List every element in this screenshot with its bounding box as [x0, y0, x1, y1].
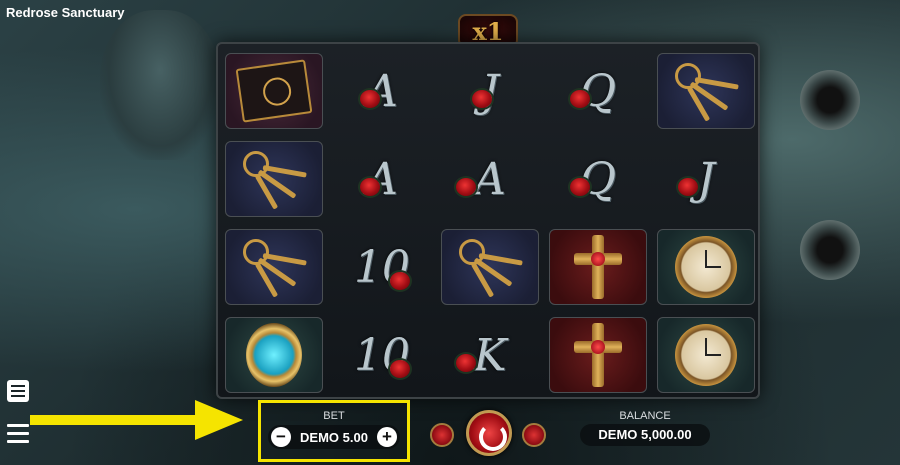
cross-icon [570, 323, 626, 387]
bet-decrease-button[interactable]: − [271, 427, 291, 447]
symbol-cell [546, 226, 650, 308]
stone-pillar [800, 220, 860, 280]
autoplay-button[interactable] [430, 423, 454, 447]
bet-control: BET − DEMO 5.00 + [258, 400, 410, 462]
rose-icon [472, 90, 492, 108]
symbol-cell [222, 314, 326, 396]
symbol-cell: J [654, 138, 758, 220]
symbol-cell [222, 138, 326, 220]
turbo-button[interactable] [522, 423, 546, 447]
symbol-cell: J [438, 50, 542, 132]
symbol-cell: 10 [330, 226, 434, 308]
symbol-cell [438, 226, 542, 308]
rose-icon [360, 90, 380, 108]
spin-button[interactable] [466, 410, 512, 456]
keys-icon [455, 237, 525, 298]
symbol-cell: A [330, 50, 434, 132]
bet-value: DEMO 5.00 [300, 430, 368, 445]
symbol-cell [222, 50, 326, 132]
paytable-icon[interactable] [7, 380, 29, 402]
menu-icon[interactable] [7, 424, 29, 446]
rose-icon [570, 178, 590, 196]
symbol-cell: Q [546, 50, 650, 132]
symbol-cell: 10 [330, 314, 434, 396]
rose-icon [456, 354, 476, 372]
rose-icon [390, 360, 410, 378]
reel-grid: A A 10 10 J A K Q Q J [216, 42, 760, 399]
symbol-cell: Q [546, 138, 650, 220]
stone-pillar [800, 70, 860, 130]
keys-icon [671, 61, 741, 122]
pocket-watch-icon [675, 236, 737, 298]
bet-stepper: − DEMO 5.00 + [268, 425, 400, 449]
symbol-cell [654, 314, 758, 396]
symbol-cell: K [438, 314, 542, 396]
symbol-letter: J [697, 153, 715, 205]
rose-icon [678, 178, 698, 196]
symbol-cell: A [330, 138, 434, 220]
pocket-watch-icon [675, 324, 737, 386]
balance-value: DEMO 5,000.00 [580, 424, 710, 446]
bet-label: BET [323, 410, 345, 422]
symbol-cell [222, 226, 326, 308]
highlight-arrow-head [195, 400, 243, 440]
mirror-gem-icon [246, 323, 302, 387]
bet-increase-button[interactable]: + [377, 427, 397, 447]
rose-icon [360, 178, 380, 196]
symbol-cell: A [438, 138, 542, 220]
keys-icon [239, 149, 309, 210]
rose-icon [570, 90, 590, 108]
cross-icon [570, 235, 626, 299]
symbol-letter: A [474, 153, 506, 205]
rose-icon [456, 178, 476, 196]
symbol-cell [654, 226, 758, 308]
keys-icon [239, 237, 309, 298]
balance-label: BALANCE [619, 410, 671, 422]
highlight-arrow [30, 415, 200, 425]
symbol-cell [654, 50, 758, 132]
symbol-letter: K [473, 329, 507, 381]
app-title: Redrose Sanctuary [6, 5, 125, 20]
rose-icon [390, 272, 410, 290]
symbol-cell [546, 314, 650, 396]
lion-statue [100, 10, 220, 160]
spellbook-icon [235, 59, 313, 123]
